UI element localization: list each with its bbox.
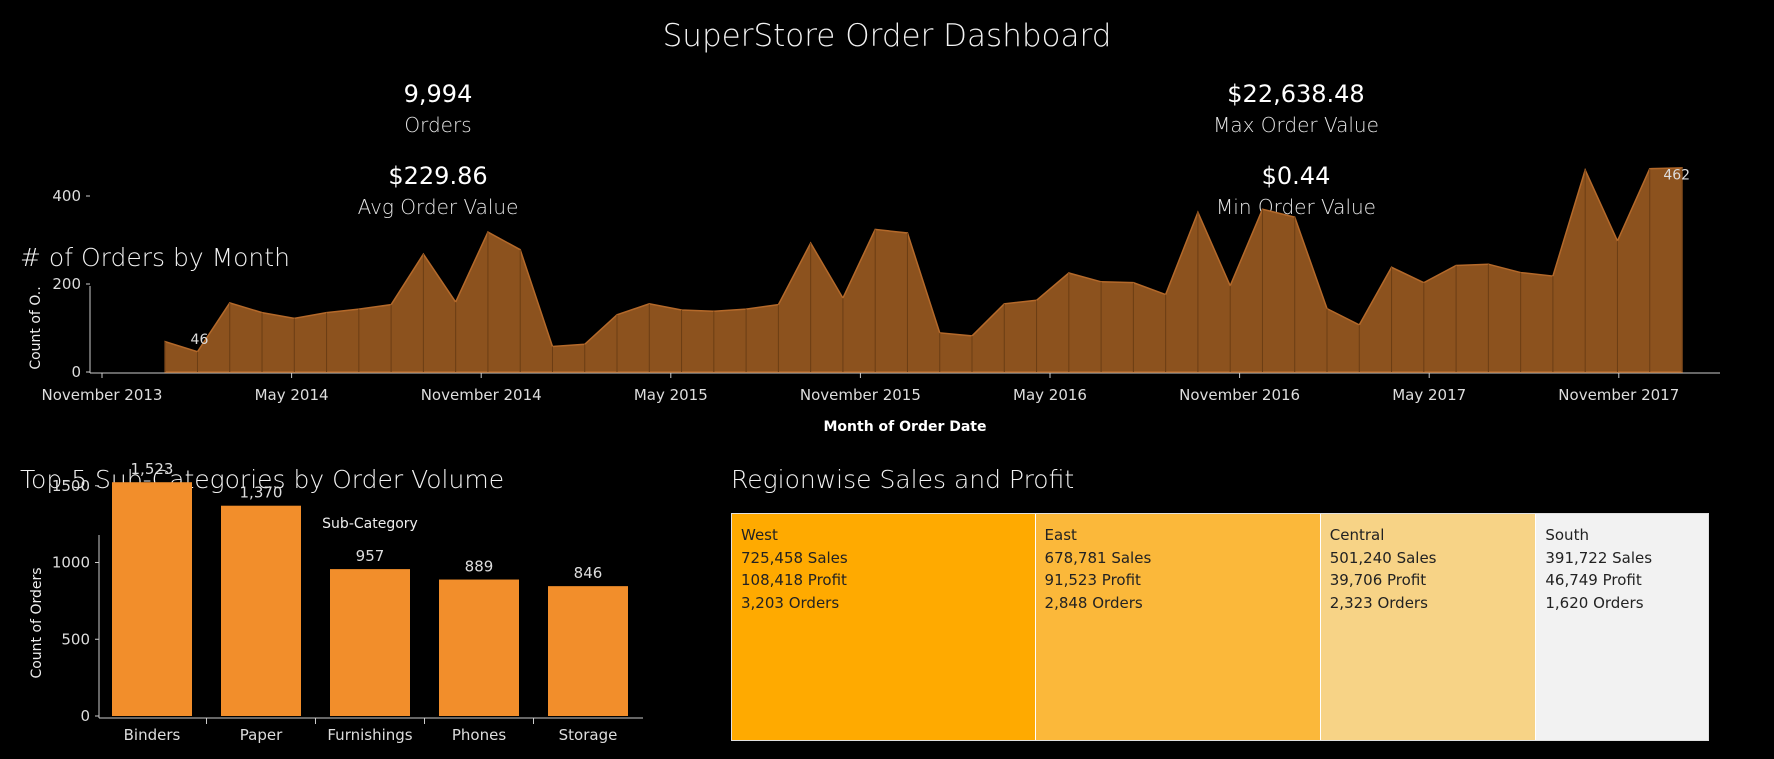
region-sales: 391,722 Sales — [1545, 548, 1653, 567]
region-name: Central — [1329, 526, 1385, 544]
bar-value-label: 889 — [465, 558, 494, 576]
dashboard: SuperStore Order Dashboard 9,994 Orders … — [0, 0, 1774, 759]
region-sales: 678,781 Sales — [1044, 548, 1152, 567]
bar-chart-header: Sub-Category — [322, 516, 418, 532]
bar-value-label: 1,370 — [240, 484, 283, 502]
y-axis-title: Count of Orders — [29, 567, 45, 678]
category-label: Binders — [124, 726, 181, 744]
category-label: Paper — [240, 726, 283, 744]
x-tick-label: November 2017 — [1558, 386, 1679, 404]
treemap-cell-east: East 678,781 Sales 91,523 Profit 2,848 Orde… — [1035, 514, 1321, 740]
treemap-cell-central: Central 501,240 Sales 39,706 Profit 2,323 O… — [1320, 514, 1537, 740]
region-profit: 46,749 Profit — [1545, 571, 1642, 589]
bar-furnishings — [330, 569, 410, 716]
region-sales: 725,458 Sales — [741, 548, 848, 567]
region-profit: 108,418 Profit — [741, 571, 847, 589]
data-label: 462 — [1663, 168, 1690, 184]
y-tick-label: 500 — [61, 630, 90, 648]
x-tick-label: May 2017 — [1392, 386, 1466, 404]
category-label: Furnishings — [327, 726, 412, 744]
category-label: Storage — [559, 726, 618, 744]
region-orders: 3,203 Orders — [741, 593, 840, 612]
region-profit: 91,523 Profit — [1044, 571, 1141, 589]
bar-paper — [221, 505, 301, 716]
treemap-cell-south: South 391,722 Sales 46,749 Profit 1,620 Ord… — [1536, 514, 1708, 740]
regionwise-title: Regionwise Sales and Profit — [731, 465, 1075, 494]
region-orders: 2,323 Orders — [1329, 593, 1428, 612]
y-tick-label: 1500 — [52, 477, 90, 495]
region-orders: 2,848 Orders — [1044, 593, 1143, 612]
y-tick-label: 1000 — [52, 554, 90, 572]
bar-value-label: 957 — [356, 547, 385, 565]
region-orders: 1,620 Orders — [1545, 593, 1644, 612]
x-tick-label: November 2015 — [800, 386, 921, 404]
bar-binders — [112, 482, 192, 716]
region-name: South — [1545, 526, 1589, 544]
x-axis-title: Month of Order Date — [824, 419, 987, 435]
x-tick-label: May 2016 — [1013, 386, 1087, 404]
y-tick-label: 0 — [80, 707, 90, 725]
x-tick-label: November 2016 — [1179, 386, 1300, 404]
regionwise-treemap: West 725,458 Sales 108,418 Profit 3,203 Ord… — [731, 513, 1709, 741]
treemap-cell-west: West 725,458 Sales 108,418 Profit 3,203 Ord… — [732, 514, 1036, 740]
bar-value-label: 1,523 — [131, 460, 174, 478]
bar-value-label: 846 — [574, 564, 603, 582]
bar-storage — [548, 586, 628, 716]
region-sales: 501,240 Sales — [1329, 548, 1437, 567]
region-name: West — [741, 526, 778, 544]
top-subcategories-chart: Sub-Category 0 500 1000 1500 Count of Orders 1… — [29, 460, 643, 744]
category-label: Phones — [452, 726, 506, 744]
region-profit: 39,706 Profit — [1329, 571, 1427, 589]
bar-phones — [439, 579, 519, 716]
region-name: East — [1044, 526, 1077, 544]
